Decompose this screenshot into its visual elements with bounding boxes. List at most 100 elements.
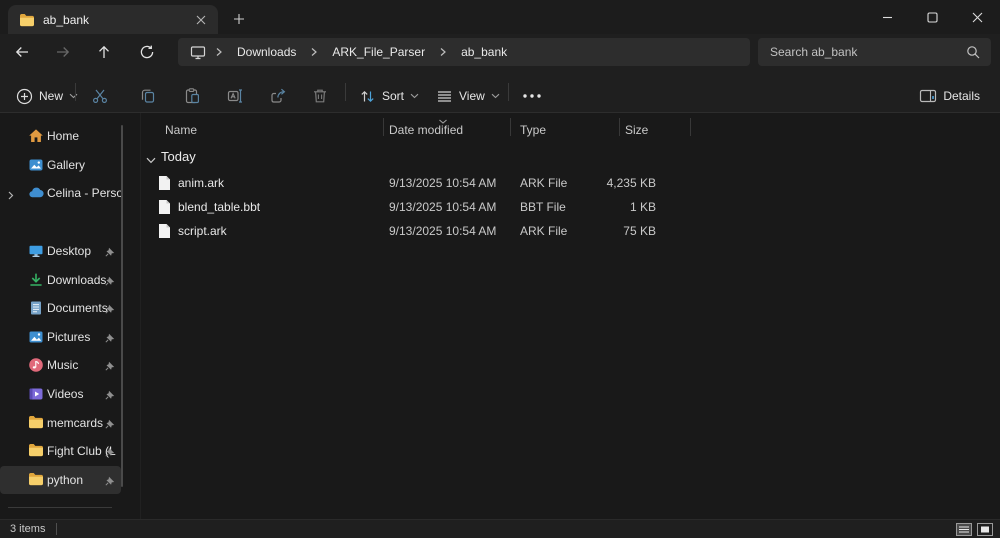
breadcrumb-chevron-icon[interactable]: [212, 47, 226, 57]
documents-icon: [28, 300, 44, 316]
search-input[interactable]: [758, 45, 966, 59]
file-list-pane: Name Date modified Type Size Today anim.…: [141, 113, 1000, 519]
column-separator[interactable]: [690, 118, 691, 136]
details-view-toggle[interactable]: [955, 522, 973, 537]
icons-view-toggle[interactable]: [976, 522, 994, 537]
sidebar-item-python[interactable]: python: [0, 466, 121, 494]
file-name: script.ark: [178, 224, 227, 238]
column-header-size[interactable]: Size: [621, 120, 652, 140]
navigation-bar: Downloads ARK_File_Parser ab_bank: [0, 34, 1000, 70]
this-pc-icon[interactable]: [188, 45, 208, 60]
file-icon: [158, 175, 171, 191]
sidebar-item-videos[interactable]: Videos: [0, 380, 121, 408]
details-pane-label: Details: [943, 89, 980, 103]
new-button[interactable]: New: [10, 82, 84, 110]
refresh-button[interactable]: [134, 39, 160, 65]
sidebar-item-label: Celina - Persona: [47, 186, 121, 200]
more-options-button[interactable]: [517, 82, 547, 110]
pin-icon: [105, 303, 115, 314]
group-header-today[interactable]: Today: [141, 146, 341, 168]
sidebar-scrollbar[interactable]: [121, 125, 123, 487]
tab-title: ab_bank: [43, 12, 90, 27]
column-separator[interactable]: [383, 118, 384, 136]
delete-button[interactable]: [305, 82, 335, 110]
toolbar-separator: [75, 83, 76, 101]
sidebar-item-onedrive[interactable]: Celina - Persona: [0, 179, 121, 207]
chevron-down-icon: [69, 93, 78, 99]
sidebar-item-home[interactable]: Home: [0, 122, 121, 150]
maximize-button[interactable]: [910, 0, 955, 34]
details-pane-button[interactable]: Details: [913, 82, 986, 110]
file-icon: [158, 199, 171, 215]
sort-arrows-icon: [359, 88, 376, 105]
desktop-icon: [28, 243, 44, 259]
rename-button[interactable]: [220, 82, 250, 110]
breadcrumb-downloads[interactable]: Downloads: [230, 43, 303, 61]
share-button[interactable]: [263, 82, 293, 110]
pin-icon: [105, 475, 115, 486]
videos-icon: [28, 386, 44, 402]
folder-icon: [28, 443, 44, 459]
forward-button[interactable]: [50, 39, 76, 65]
command-bar: New Sort View Details: [0, 70, 1000, 113]
item-count: 3 items: [10, 523, 46, 535]
file-row[interactable]: script.ark 9/13/2025 10:54 AM ARK File 7…: [141, 219, 861, 243]
pin-icon: [105, 389, 115, 400]
folder-icon: [19, 13, 35, 27]
sidebar-item-gallery[interactable]: Gallery: [0, 151, 121, 179]
tab-close-icon[interactable]: [192, 11, 210, 29]
sidebar-divider: [8, 507, 112, 508]
breadcrumb-chevron-icon[interactable]: [307, 47, 321, 57]
file-row[interactable]: anim.ark 9/13/2025 10:54 AM ARK File 4,2…: [141, 171, 861, 195]
gallery-icon: [28, 157, 44, 173]
cut-button[interactable]: [85, 82, 115, 110]
plus-circle-icon: [16, 88, 33, 105]
column-separator[interactable]: [619, 118, 620, 136]
file-date-modified: 9/13/2025 10:54 AM: [389, 176, 497, 190]
pin-icon: [105, 246, 115, 257]
sort-button[interactable]: Sort: [353, 82, 425, 110]
breadcrumb-ab-bank[interactable]: ab_bank: [454, 43, 514, 61]
search-icon[interactable]: [966, 45, 991, 59]
back-button[interactable]: [9, 39, 35, 65]
column-header-date-modified[interactable]: Date modified: [385, 120, 467, 140]
sidebar-item-pictures[interactable]: Pictures: [0, 323, 121, 351]
column-header-name[interactable]: Name: [161, 120, 201, 140]
folder-icon: [28, 472, 44, 488]
close-button[interactable]: [955, 0, 1000, 34]
search-box: [758, 38, 991, 66]
chevron-down-icon[interactable]: [146, 153, 156, 167]
file-date-modified: 9/13/2025 10:54 AM: [389, 224, 497, 238]
sidebar-item-fight-club[interactable]: Fight Club (L: [0, 437, 121, 465]
sidebar-item-memcards[interactable]: memcards: [0, 409, 121, 437]
sidebar-item-desktop[interactable]: Desktop: [0, 237, 121, 265]
file-size: 4,235 KB: [606, 176, 656, 190]
column-header-type[interactable]: Type: [516, 120, 550, 140]
column-separator[interactable]: [510, 118, 511, 136]
sidebar-item-music[interactable]: Music: [0, 351, 121, 379]
explorer-tab[interactable]: ab_bank: [8, 5, 218, 34]
view-button[interactable]: View: [430, 82, 506, 110]
chevron-right-icon[interactable]: [6, 189, 15, 200]
pin-icon: [105, 446, 115, 457]
address-bar[interactable]: Downloads ARK_File_Parser ab_bank: [178, 38, 750, 66]
sidebar-item-label: Gallery: [47, 158, 86, 172]
window-controls: [865, 0, 1000, 34]
sidebar-item-documents[interactable]: Documents: [0, 294, 121, 322]
details-pane-icon: [919, 88, 937, 104]
pin-icon: [105, 360, 115, 371]
home-icon: [28, 128, 44, 144]
file-row[interactable]: blend_table.bbt 9/13/2025 10:54 AM BBT F…: [141, 195, 861, 219]
file-size: 75 KB: [623, 224, 656, 238]
up-button[interactable]: [91, 39, 117, 65]
minimize-button[interactable]: [865, 0, 910, 34]
paste-button[interactable]: [177, 82, 207, 110]
breadcrumb-chevron-icon[interactable]: [436, 47, 450, 57]
pin-icon: [105, 275, 115, 286]
pin-icon: [105, 418, 115, 429]
breadcrumb-ark-file-parser[interactable]: ARK_File_Parser: [325, 43, 432, 61]
sidebar-item-downloads[interactable]: Downloads: [0, 266, 121, 294]
new-tab-button[interactable]: [228, 8, 250, 30]
chevron-down-icon: [410, 93, 419, 99]
copy-button[interactable]: [133, 82, 163, 110]
